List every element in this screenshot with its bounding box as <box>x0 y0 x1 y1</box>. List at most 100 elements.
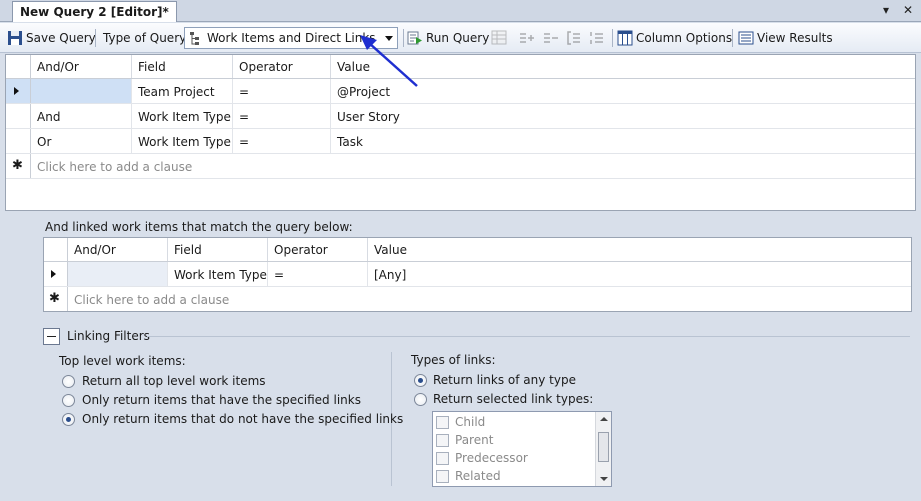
column-options-button[interactable]: Column Options <box>617 28 732 48</box>
view-results-label: View Results <box>757 31 833 45</box>
checkbox-child[interactable] <box>436 415 449 429</box>
column-header-andor[interactable]: And/Or <box>31 55 132 78</box>
list-item-label: Related <box>455 469 501 483</box>
row-header[interactable] <box>6 104 31 128</box>
list-item[interactable]: Predecessor <box>433 449 595 467</box>
add-clause-link[interactable]: Click here to add a clause <box>68 287 468 311</box>
tab-new-query-editor[interactable]: New Query 2 [Editor]* <box>12 1 177 22</box>
list-item-label: Predecessor <box>455 451 528 465</box>
row-header: ✱ <box>6 154 31 178</box>
close-icon[interactable]: ✕ <box>903 3 913 17</box>
document-tab-strip: New Query 2 [Editor]* ▾ ✕ <box>0 0 921 22</box>
ungroup-clauses-icon[interactable] <box>589 28 605 48</box>
toolbar-separator <box>732 29 733 47</box>
column-header-andor[interactable]: And/Or <box>68 238 168 261</box>
cell-value[interactable]: [Any] <box>368 262 911 286</box>
cell-andor[interactable] <box>68 262 168 286</box>
save-query-button[interactable]: Save Query <box>7 28 96 48</box>
list-item[interactable]: Related <box>433 467 595 485</box>
column-header-field[interactable]: Field <box>132 55 233 78</box>
linking-filters-title: Linking Filters <box>67 329 150 343</box>
grid-header-row: And/Or Field Operator Value <box>6 55 915 79</box>
view-results-button[interactable]: View Results <box>738 28 833 48</box>
radio-label[interactable]: Only return items that have the specifie… <box>82 393 361 407</box>
cell-field[interactable]: Work Item Type <box>168 262 268 286</box>
cell-field[interactable]: Work Item Type <box>132 104 233 128</box>
view-results-icon <box>738 31 754 45</box>
cell-andor[interactable]: Or <box>31 129 132 153</box>
column-header-field[interactable]: Field <box>168 238 268 261</box>
add-clause-row[interactable]: ✱ Click here to add a clause <box>6 154 915 179</box>
checkbox-parent[interactable] <box>436 433 449 447</box>
floppy-disk-icon <box>8 31 22 45</box>
group-clauses-icon[interactable] <box>566 28 582 48</box>
row-header[interactable] <box>6 79 31 103</box>
row-header[interactable] <box>44 262 68 286</box>
list-item[interactable]: Child <box>433 413 595 431</box>
cell-operator[interactable]: = <box>233 129 331 153</box>
query-toolbar: Save Query Type of Query: Work Items and… <box>0 23 921 53</box>
radio-label[interactable]: Only return items that do not have the s… <box>82 412 403 426</box>
cell-andor[interactable]: And <box>31 104 132 128</box>
add-clause-link[interactable]: Click here to add a clause <box>31 154 431 178</box>
table-row[interactable]: And Work Item Type = User Story <box>6 104 915 129</box>
list-item-label: Parent <box>455 433 494 447</box>
radio-label[interactable]: Return links of any type <box>433 373 576 387</box>
tab-dropdown-icon[interactable]: ▾ <box>883 3 889 17</box>
new-row-asterisk-icon: ✱ <box>12 158 23 173</box>
toolbar-separator <box>612 29 613 47</box>
table-row[interactable]: Or Work Item Type = Task <box>6 129 915 154</box>
cell-field[interactable]: Work Item Type <box>132 129 233 153</box>
radio-return-all[interactable] <box>62 375 75 388</box>
cell-operator[interactable]: = <box>233 104 331 128</box>
table-row[interactable]: Work Item Type = [Any] <box>44 262 911 287</box>
cell-value[interactable]: Task <box>331 129 915 153</box>
column-header-operator[interactable]: Operator <box>233 55 331 78</box>
linked-items-heading: And linked work items that match the que… <box>45 220 353 234</box>
radio-label[interactable]: Return all top level work items <box>82 374 266 388</box>
radio-have-links[interactable] <box>62 394 75 407</box>
listbox-scrollbar[interactable] <box>595 412 611 486</box>
row-header-corner <box>6 55 31 78</box>
radio-label[interactable]: Return selected link types: <box>433 392 593 406</box>
cell-operator[interactable]: = <box>268 262 368 286</box>
section-divider <box>147 336 910 337</box>
cell-operator[interactable]: = <box>233 79 331 103</box>
checkbox-related[interactable] <box>436 469 449 483</box>
link-types-listbox[interactable]: Child Parent Predecessor Related <box>432 411 612 487</box>
column-header-value[interactable]: Value <box>368 238 911 261</box>
radio-not-have-links[interactable] <box>62 413 75 426</box>
insert-clause-icon[interactable] <box>518 28 536 48</box>
grid-icon[interactable] <box>491 28 507 48</box>
list-item-label: Child <box>455 415 486 429</box>
column-options-label: Column Options <box>636 31 733 45</box>
checkbox-predecessor[interactable] <box>436 451 449 465</box>
current-row-icon <box>14 87 19 95</box>
radio-selected-types[interactable] <box>414 393 427 406</box>
link-types-heading: Types of links: <box>411 353 496 367</box>
row-header[interactable] <box>6 129 31 153</box>
list-item[interactable]: Parent <box>433 431 595 449</box>
collapse-linking-filters-button[interactable] <box>43 328 60 345</box>
table-row[interactable]: Team Project = @Project <box>6 79 915 104</box>
grid-header-row: And/Or Field Operator Value <box>44 238 911 262</box>
row-header: ✱ <box>44 287 68 311</box>
scroll-down-icon[interactable] <box>600 477 608 481</box>
top-level-heading: Top level work items: <box>59 354 186 368</box>
run-query-label: Run Query <box>426 31 490 45</box>
delete-clause-icon[interactable] <box>542 28 560 48</box>
cell-field[interactable]: Team Project <box>132 79 233 103</box>
add-clause-row[interactable]: ✱ Click here to add a clause <box>44 287 911 311</box>
linked-clause-grid: And/Or Field Operator Value Work Item Ty… <box>43 237 912 312</box>
query-type-value: Work Items and Direct Links <box>207 31 376 45</box>
query-clause-grid: And/Or Field Operator Value Team Project… <box>5 54 916 211</box>
radio-any-type[interactable] <box>414 374 427 387</box>
column-header-operator[interactable]: Operator <box>268 238 368 261</box>
scroll-thumb[interactable] <box>598 432 609 462</box>
cell-andor[interactable] <box>31 79 132 103</box>
annotation-arrow-icon <box>360 35 418 87</box>
cell-value[interactable]: User Story <box>331 104 915 128</box>
scroll-up-icon[interactable] <box>600 417 608 421</box>
type-of-query-label: Type of Query: <box>103 31 190 45</box>
save-query-label: Save Query <box>26 31 96 45</box>
